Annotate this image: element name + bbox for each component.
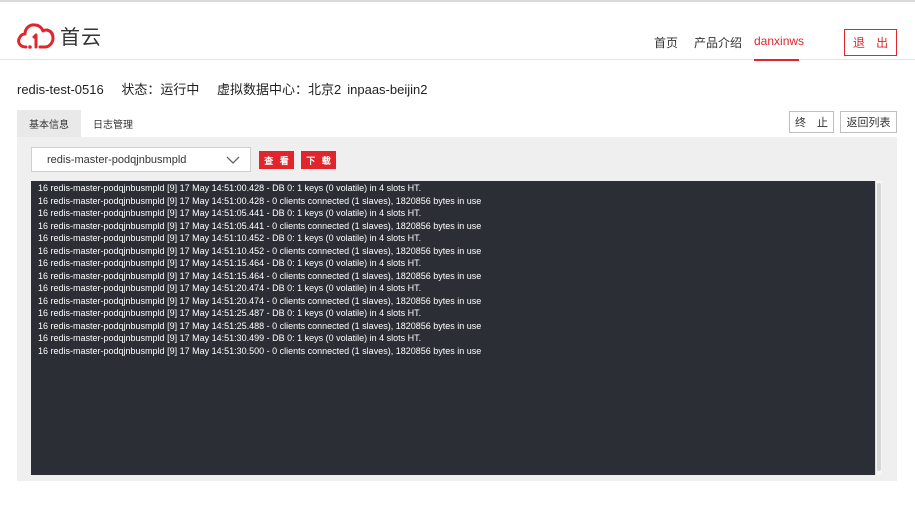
datacenter-field: 虚拟数据中心：北京2 inpaas-beijin2 [217, 82, 427, 97]
pod-select-value: redis-master-podqjnbusmpld [47, 153, 187, 166]
log-line: 16 redis-master-podqjnbusmpld [9] 17 May… [38, 233, 422, 243]
datacenter-label: 虚拟数据中心： [217, 82, 309, 97]
log-console[interactable]: 16 redis-master-podqjnbusmpld [9] 17 May… [31, 181, 875, 475]
header: 首云 首页 产品介绍 danxinws 退 出 [0, 2, 915, 61]
instance-info: redis-test-0516 状态：运行中 虚拟数据中心：北京2 inpaas-… [17, 79, 441, 98]
stop-button[interactable]: 终 止 [789, 111, 834, 133]
status-label: 状态： [121, 82, 161, 97]
log-line: 16 redis-master-podqjnbusmpld [9] 17 May… [38, 295, 482, 306]
log-lines: 16 redis-master-podqjnbusmpld [9] 17 May… [31, 181, 875, 357]
region-value: inpaas-beijin2 [347, 82, 428, 97]
tab-log-management[interactable]: 日志管理 [81, 110, 145, 137]
nav-user-link[interactable]: danxinws [754, 34, 804, 48]
log-line: 16 redis-master-podqjnbusmpld [9] 17 May… [38, 258, 422, 268]
pod-select[interactable]: redis-master-podqjnbusmpld [31, 147, 251, 172]
log-line: 16 redis-master-podqjnbusmpld [9] 17 May… [38, 283, 422, 293]
back-to-list-button[interactable]: 返回列表 [840, 111, 897, 133]
brand-name: 首云 [60, 24, 102, 49]
active-nav-underline [754, 59, 799, 61]
log-line: 16 redis-master-podqjnbusmpld [9] 17 May… [38, 345, 482, 356]
log-line: 16 redis-master-podqjnbusmpld [9] 17 May… [38, 245, 482, 256]
logo[interactable]: 首云 [16, 18, 102, 52]
log-panel: redis-master-podqjnbusmpld 查 看 下 载 16 re… [17, 137, 897, 481]
download-log-button[interactable]: 下 载 [301, 151, 336, 169]
cloud-logo-icon [17, 23, 55, 49]
log-line: 16 redis-master-podqjnbusmpld [9] 17 May… [38, 333, 422, 343]
log-line: 16 redis-master-podqjnbusmpld [9] 17 May… [38, 195, 482, 206]
chevron-down-icon [226, 156, 240, 164]
logout-button[interactable]: 退 出 [844, 29, 897, 56]
log-line: 16 redis-master-podqjnbusmpld [9] 17 May… [38, 208, 422, 218]
scrollbar-thumb[interactable] [877, 183, 881, 471]
datacenter-value: 北京2 [308, 82, 342, 97]
tab-bar: 基本信息 日志管理 [17, 110, 145, 137]
nav-products-link[interactable]: 产品介绍 [694, 34, 742, 51]
status-field: 状态：运行中 [121, 82, 199, 97]
log-line: 16 redis-master-podqjnbusmpld [9] 17 May… [38, 270, 482, 281]
log-line: 16 redis-master-podqjnbusmpld [9] 17 May… [38, 308, 422, 318]
console-scrollbar[interactable] [875, 181, 882, 475]
view-log-button[interactable]: 查 看 [259, 151, 294, 169]
status-value: 运行中 [160, 82, 200, 97]
instance-name: redis-test-0516 [17, 82, 104, 97]
log-line: 16 redis-master-podqjnbusmpld [9] 17 May… [38, 320, 482, 331]
log-line: 16 redis-master-podqjnbusmpld [9] 17 May… [38, 183, 422, 193]
log-line: 16 redis-master-podqjnbusmpld [9] 17 May… [38, 220, 482, 231]
tab-basic-info[interactable]: 基本信息 [17, 110, 81, 137]
nav-home-link[interactable]: 首页 [654, 34, 678, 51]
